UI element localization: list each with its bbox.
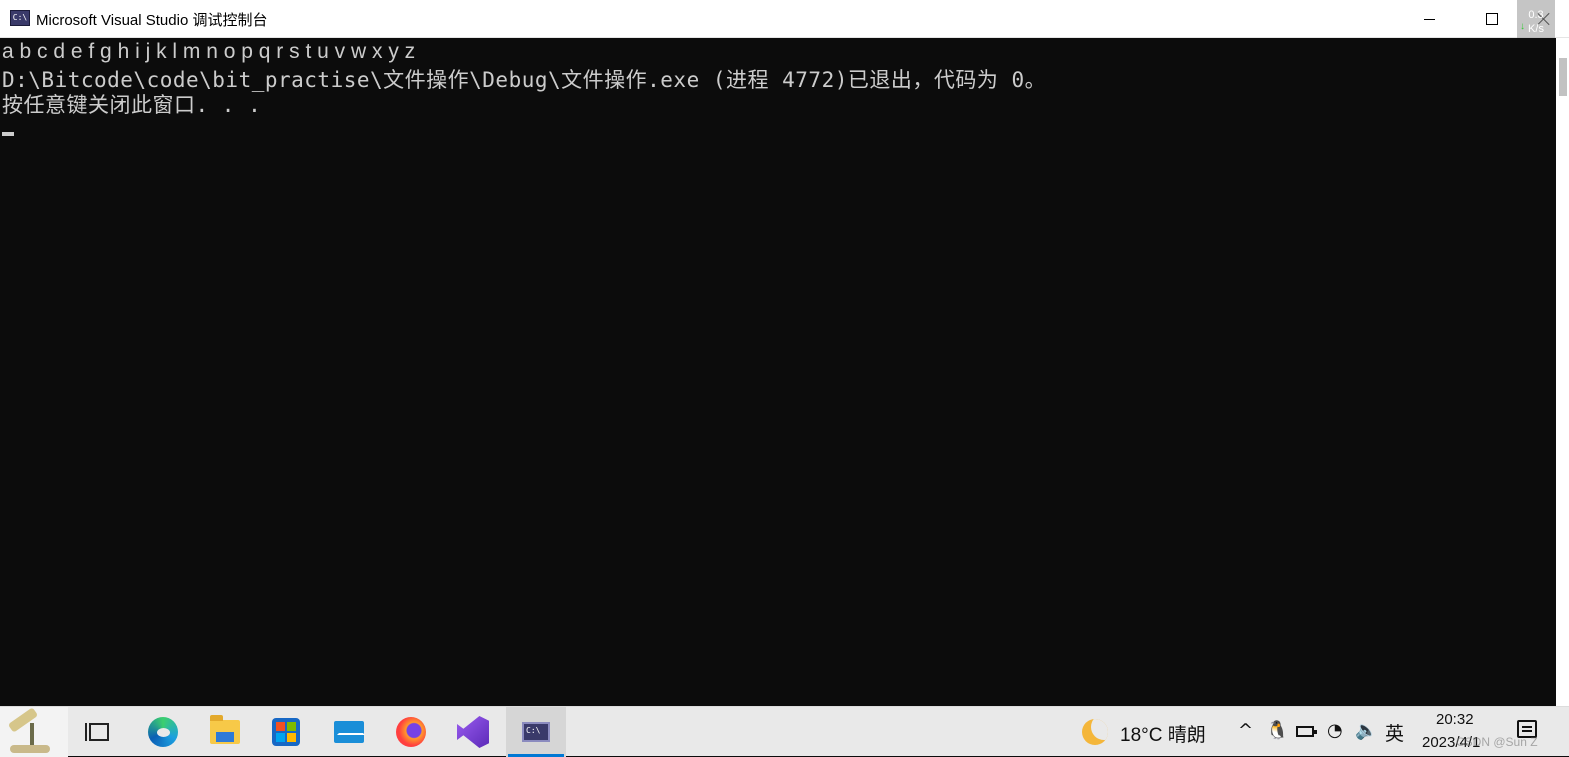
download-arrow-icon: ↓ [1520, 21, 1525, 32]
console-window-icon: C:\ [522, 722, 550, 742]
mail-icon [334, 721, 364, 743]
taskbar-edge[interactable] [139, 707, 187, 757]
task-view-button[interactable] [76, 707, 122, 757]
task-view-icon [85, 723, 109, 741]
maximize-button[interactable] [1469, 0, 1515, 38]
taskbar-mail[interactable] [325, 707, 373, 757]
taskbar-file-explorer[interactable] [201, 707, 249, 757]
visual-studio-icon [457, 716, 489, 748]
taskbar-firefox[interactable] [387, 707, 435, 757]
lamp-post-icon [30, 723, 34, 747]
window-title: Microsoft Visual Studio 调试控制台 [36, 12, 268, 29]
microsoft-store-icon [272, 718, 300, 746]
text-cursor [2, 132, 14, 136]
minimize-button[interactable] [1406, 0, 1452, 38]
qq-penguin-icon[interactable]: 🐧 [1266, 719, 1288, 743]
maximize-icon [1486, 13, 1498, 25]
wifi-icon[interactable]: ◔ [1327, 719, 1343, 743]
taskbar-visual-studio[interactable] [449, 707, 497, 757]
vertical-scrollbar[interactable] [1556, 38, 1569, 706]
clock-time[interactable]: 20:32 [1436, 711, 1474, 728]
moon-weather-icon[interactable] [1082, 719, 1108, 745]
taskbar-store[interactable] [262, 707, 310, 757]
firefox-icon [396, 717, 426, 747]
chevron-up-icon[interactable]: ^ [1238, 719, 1253, 743]
battery-icon[interactable] [1296, 726, 1317, 737]
start-button[interactable] [0, 707, 68, 757]
lamp-base-icon [10, 745, 50, 753]
taskbar: C:\ 18°C 晴朗 ^ 🐧 ◔ 🔈 英 20:32 2023/4/1 CSD… [0, 706, 1569, 757]
edge-browser-icon [148, 717, 178, 747]
console-line-alphabet: a b c d e f g h i j k l m n o p q r s t … [2, 40, 416, 63]
console-app-icon: C:\ [10, 10, 30, 26]
scrollbar-thumb[interactable] [1559, 58, 1567, 96]
input-method-indicator[interactable]: 英 [1385, 719, 1404, 746]
taskbar-debug-console[interactable]: C:\ [506, 707, 566, 757]
console-line-press-key: 按任意键关闭此窗口. . . [2, 93, 262, 117]
minimize-icon [1423, 18, 1435, 20]
file-explorer-icon [210, 715, 240, 744]
console-output[interactable]: a b c d e f g h i j k l m n o p q r s t … [0, 38, 1556, 706]
title-bar[interactable]: C:\ Microsoft Visual Studio 调试控制台 [0, 0, 1569, 38]
volume-icon[interactable]: 🔈 [1355, 719, 1377, 743]
csdn-watermark: CSDN @Sun Z [1456, 735, 1538, 749]
weather-text[interactable]: 18°C 晴朗 [1120, 720, 1206, 747]
